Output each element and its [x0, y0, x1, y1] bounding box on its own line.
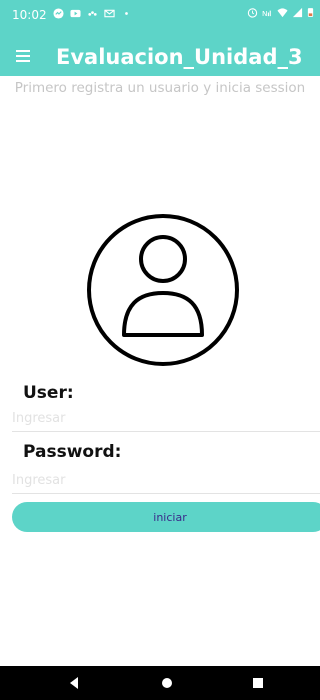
- instruction-text: Primero registra un usuario y inicia ses…: [14, 80, 306, 96]
- app-bar: 10:02 N Evaluacion_Unidad_3: [0, 0, 320, 76]
- status-bar: 10:02 N: [0, 0, 320, 30]
- back-icon[interactable]: [70, 677, 78, 689]
- user-label: User:: [23, 383, 74, 403]
- wifi-icon: [277, 8, 288, 18]
- toolbar: Evaluacion_Unidad_3: [0, 41, 320, 73]
- system-nav-bar: [0, 666, 320, 700]
- messenger-icon: [53, 8, 64, 19]
- user-input[interactable]: [12, 408, 320, 432]
- battery-icon: [307, 8, 314, 17]
- cellular-icon: [292, 7, 303, 18]
- gmail-icon: [104, 9, 115, 18]
- dots-icon: [88, 11, 97, 16]
- home-icon[interactable]: [162, 678, 172, 688]
- login-screen: 10:02 N Evaluacion_Unidad_3 Primero regi…: [0, 0, 320, 700]
- svg-text:N: N: [262, 9, 267, 18]
- password-label: Password:: [23, 442, 122, 462]
- app-title: Evaluacion_Unidad_3: [56, 45, 303, 69]
- notification-icons: [53, 8, 132, 19]
- user-avatar-icon: [87, 214, 239, 366]
- hamburger-menu-icon[interactable]: [16, 50, 30, 62]
- status-time: 10:02: [12, 8, 47, 22]
- recent-apps-icon[interactable]: [253, 678, 263, 688]
- password-input[interactable]: [12, 470, 320, 494]
- system-icons: N: [247, 7, 314, 18]
- signal-strength-icon: N: [262, 9, 271, 18]
- youtube-icon: [70, 9, 81, 18]
- login-button[interactable]: iniciar: [12, 502, 320, 532]
- alarm-icon: [247, 8, 258, 18]
- dot-icon: [125, 12, 128, 15]
